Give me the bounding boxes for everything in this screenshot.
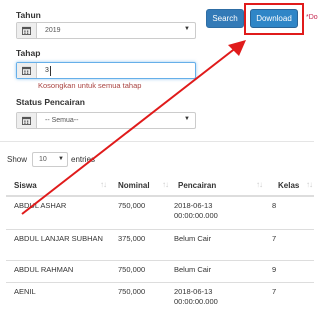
cell-kelas: 7 — [272, 234, 277, 243]
cell-siswa: ABDUL RAHMAN — [14, 265, 74, 274]
status-select[interactable]: -- Semua-- ▼ — [16, 112, 196, 129]
text-cursor — [49, 65, 51, 76]
download-highlight-box — [244, 3, 304, 35]
cell-pencairan: Belum Cair — [174, 234, 212, 243]
entries-select[interactable]: 10 ▼ — [32, 152, 68, 167]
column-header-siswa[interactable]: Siswa — [14, 181, 37, 190]
table-row: ABDUL ASHAR 750,000 2018-06-13 00:00:00.… — [6, 197, 314, 230]
cell-siswa: AENIL — [14, 287, 36, 296]
chevron-down-icon: ▼ — [184, 116, 190, 122]
tahun-select[interactable]: 2019 ▼ — [16, 22, 196, 39]
section-divider — [0, 141, 314, 142]
table-header: Siswa ↑↓ Nominal ↑↓ Pencairan ↑↓ Kelas ↑… — [6, 175, 314, 197]
column-header-nominal[interactable]: Nominal — [118, 181, 150, 190]
table-row: ABDUL RAHMAN 750,000 Belum Cair 9 — [6, 261, 314, 283]
tahun-value: 2019 — [45, 27, 61, 34]
cell-kelas: 9 — [272, 265, 277, 274]
tahap-label: Tahap — [16, 48, 41, 58]
sort-icon[interactable]: ↑↓ — [162, 180, 169, 189]
sort-icon[interactable]: ↑↓ — [100, 180, 107, 189]
cell-pencairan: 2018-06-13 00:00:00.000 — [174, 201, 218, 220]
tahap-value: 3 — [45, 67, 49, 74]
calendar-icon — [17, 63, 37, 78]
cell-siswa: ABDUL LANJAR SUBHAN — [14, 234, 103, 243]
tahun-label: Tahun — [16, 10, 41, 20]
column-header-pencairan[interactable]: Pencairan — [178, 181, 216, 190]
cell-nominal: 750,000 — [118, 201, 146, 210]
chevron-down-icon: ▼ — [184, 26, 190, 32]
status-label: Status Pencairan — [16, 97, 85, 107]
cell-kelas: 7 — [272, 287, 277, 296]
entries-value: 10 — [39, 156, 47, 163]
column-header-kelas[interactable]: Kelas — [278, 181, 299, 190]
table-row: ABDUL LANJAR SUBHAN 375,000 Belum Cair 7 — [6, 230, 314, 261]
arrow-head — [228, 40, 246, 56]
chevron-down-icon: ▼ — [58, 156, 64, 162]
tahap-input[interactable]: 3 — [16, 62, 196, 79]
status-value: -- Semua-- — [45, 117, 79, 124]
tahap-error-text: Kosongkan untuk semua tahap — [38, 81, 142, 90]
calendar-icon — [17, 113, 37, 128]
show-label: Show — [7, 155, 28, 164]
cell-nominal: 750,000 — [118, 265, 146, 274]
entries-label: entries — [71, 155, 96, 164]
sort-icon[interactable]: ↑↓ — [256, 180, 263, 189]
sort-icon[interactable]: ↑↓ — [306, 180, 313, 189]
cell-pencairan: 2018-06-13 00:00:00.000 — [174, 287, 218, 306]
calendar-icon — [17, 23, 37, 38]
download-note-text: *Do — [306, 14, 318, 21]
cell-kelas: 8 — [272, 201, 277, 210]
cell-pencairan: Belum Cair — [174, 265, 212, 274]
cell-nominal: 750,000 — [118, 287, 146, 296]
table-row: AENIL 750,000 2018-06-13 00:00:00.000 7 — [6, 283, 314, 320]
cell-siswa: ABDUL ASHAR — [14, 201, 67, 210]
search-button[interactable]: Search — [206, 9, 244, 28]
cell-nominal: 375,000 — [118, 234, 146, 243]
